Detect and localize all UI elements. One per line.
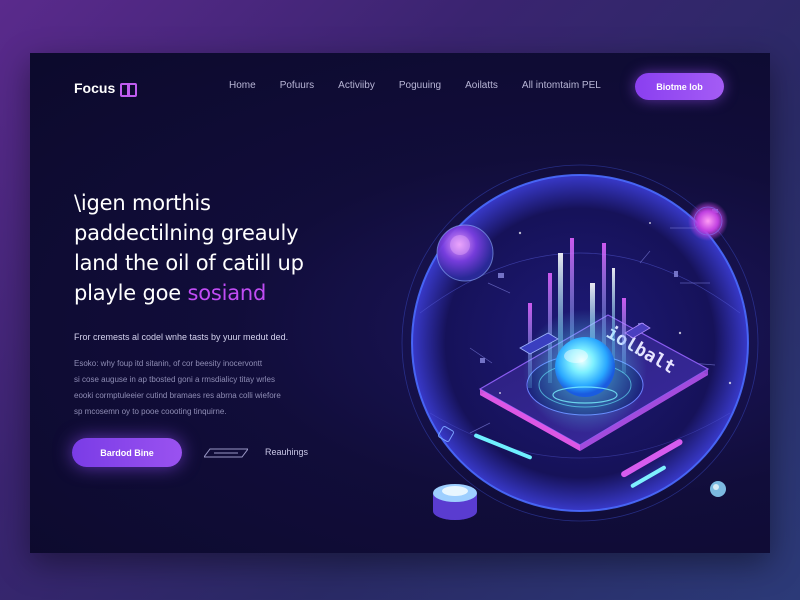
hero-subheading: Fror cremests al codel wnhe tasts by yuu… xyxy=(74,332,289,342)
header-cta-button[interactable]: Biotme lob xyxy=(635,73,724,100)
paragraph-line: eooki cormptuleeier cutind bramaes res a… xyxy=(74,391,281,400)
brand-logo[interactable]: Focus xyxy=(74,80,138,97)
primary-cta-button[interactable]: Bardod Bine xyxy=(72,438,182,467)
hero-frame: Focus Home Pofuurs Activiiby Poguuing Ao… xyxy=(30,53,770,553)
nav-item-4[interactable]: Poguuing xyxy=(399,80,441,91)
grid-logo-icon xyxy=(120,82,138,97)
nav-item-5[interactable]: Aoilatts xyxy=(465,80,498,91)
nav-item-3[interactable]: Activiiby xyxy=(338,80,375,91)
hero-headline: \igen morthis paddectilning greauly land… xyxy=(74,188,374,308)
main-nav: Home Pofuurs Activiiby Poguuing Aoilatts… xyxy=(229,80,601,91)
headline-accent: sosiand xyxy=(187,281,267,305)
secondary-link[interactable]: Reauhings xyxy=(265,447,308,457)
paragraph-line: si cose auguse in ap tbosted goni a rmsd… xyxy=(74,375,275,384)
arrow-lines-icon[interactable] xyxy=(204,448,248,458)
headline-line-1: \igen morthis xyxy=(74,191,211,215)
hero-paragraph: Esoko: why foup itd sitanin, of cor bees… xyxy=(74,356,324,420)
headline-line-4: playle goe xyxy=(74,281,181,305)
hero-illustration: iolbalt xyxy=(401,164,759,522)
headline-line-2: paddectilning greauly xyxy=(74,221,299,245)
headline-line-3: land the oil of catill up xyxy=(74,251,304,275)
brand-name: Focus xyxy=(74,80,116,96)
nav-item-6[interactable]: All intomtaim PEL xyxy=(522,80,601,91)
paragraph-line: Esoko: why foup itd sitanin, of cor bees… xyxy=(74,359,263,368)
nav-item-home[interactable]: Home xyxy=(229,80,256,91)
nav-item-2[interactable]: Pofuurs xyxy=(280,80,314,91)
paragraph-line: sp mcosemn oy to pooe coooting tinquirne… xyxy=(74,407,227,416)
